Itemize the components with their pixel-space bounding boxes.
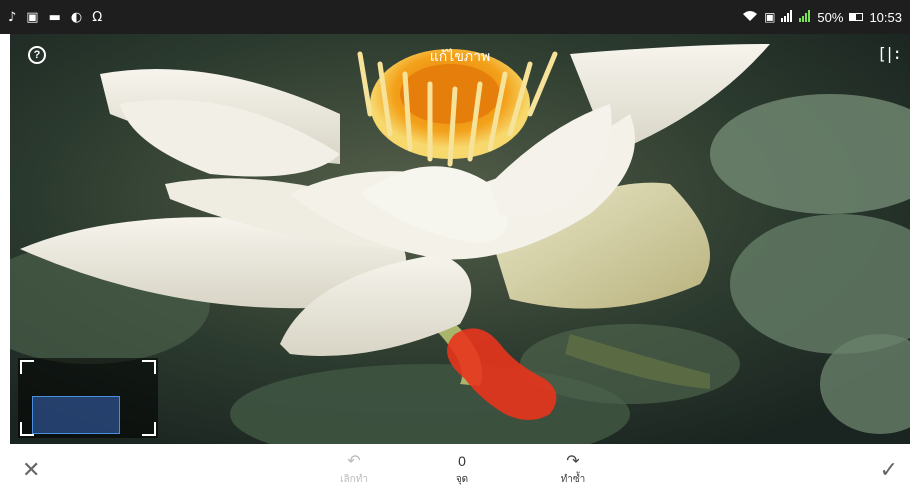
- redo-label: ทำซ้ำ: [560, 474, 586, 485]
- system-icons: ▣ 50% 10:53: [742, 9, 902, 25]
- redo-icon: ↷: [566, 451, 580, 470]
- redo-button[interactable]: ↷ ทำซ้ำ: [538, 452, 608, 487]
- stamp-icon: ◐: [70, 9, 83, 25]
- status-bar: ♪ ▣ ▬ ◐ Ω ▣ 50% 10:53: [0, 0, 910, 34]
- spot-count-value: 0: [458, 453, 466, 469]
- signal-icon-2: [799, 9, 811, 25]
- minimap-corner: [142, 422, 156, 436]
- wifi-icon: [742, 10, 758, 25]
- navigation-minimap[interactable]: [18, 358, 158, 438]
- undo-label: เลิกทำ: [340, 474, 368, 485]
- sim-r-icon: ▣: [764, 10, 776, 24]
- headset-icon: Ω: [92, 9, 103, 25]
- battery-percent: 50%: [817, 9, 844, 25]
- email-icon: ▬: [48, 9, 61, 25]
- music-icon: ♪: [8, 9, 17, 25]
- undo-button[interactable]: ↶ เลิกทำ: [319, 452, 389, 487]
- undo-icon: ↶: [347, 451, 361, 470]
- spot-count-label: จุด: [455, 474, 469, 485]
- facebook-icon: ▣: [26, 9, 39, 25]
- battery-icon: [849, 13, 864, 21]
- compare-button[interactable]: [|:: [877, 44, 902, 63]
- minimap-corner: [20, 360, 34, 374]
- spot-count: 0 จุด: [427, 452, 497, 487]
- bottom-toolbar: ✕ ↶ เลิกทำ 0 จุด ↷ ทำซ้ำ ✓: [0, 444, 910, 498]
- close-button[interactable]: ✕: [22, 458, 40, 483]
- minimap-corner: [142, 360, 156, 374]
- clock: 10:53: [869, 9, 902, 25]
- done-button[interactable]: ✓: [880, 458, 898, 483]
- notification-icons: ♪ ▣ ▬ ◐ Ω: [8, 11, 102, 24]
- editor-title: แก้ไขภาพ: [429, 49, 491, 65]
- signal-icon: [781, 9, 793, 25]
- minimap-viewport[interactable]: [32, 396, 120, 434]
- photo-canvas[interactable]: ? แก้ไขภาพ [|:: [10, 34, 910, 444]
